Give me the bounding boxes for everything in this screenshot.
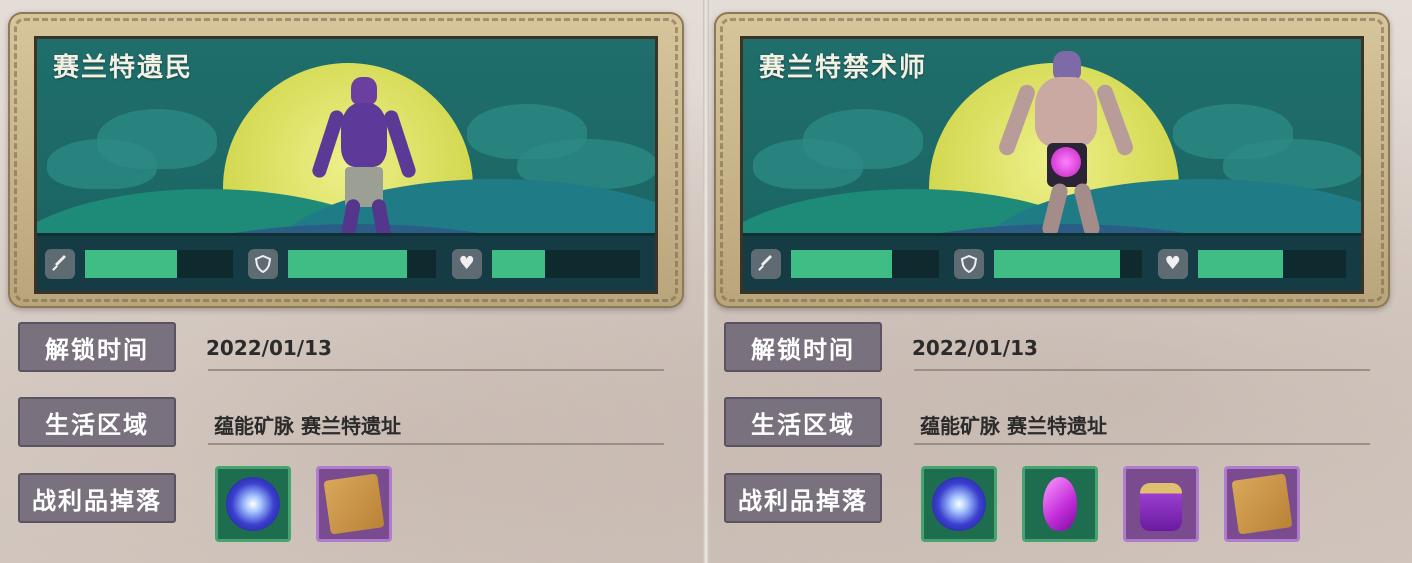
parchment-scroll-icon	[1231, 473, 1293, 535]
unlock-date: 2022/01/13	[912, 336, 1038, 360]
magic-orb	[1051, 147, 1081, 177]
health-bar	[1197, 249, 1346, 278]
sword-icon	[751, 248, 781, 279]
creature-scene: 赛兰特禁术师 ♥	[740, 36, 1364, 294]
loot-item[interactable]	[316, 466, 392, 542]
creature-card-right: 赛兰特禁术师 ♥ 解锁时间 2022/01/13 生活区域 蕴能矿脉 赛兰特遗址…	[706, 0, 1406, 563]
creature-name: 赛兰特遗民	[53, 53, 194, 83]
health-bar	[491, 249, 640, 278]
potion-bottle-icon	[1140, 483, 1182, 531]
creature-figure[interactable]	[299, 69, 429, 250]
loot-item[interactable]	[215, 466, 291, 542]
loot-item[interactable]	[1123, 466, 1199, 542]
creature-torso	[341, 103, 387, 167]
defense-bar	[994, 249, 1143, 278]
attack-stat	[751, 248, 954, 279]
attack-bar	[791, 249, 939, 278]
magenta-crystal-icon	[1043, 477, 1077, 531]
stats-bar: ♥	[37, 233, 655, 291]
tree-decoration	[47, 139, 157, 189]
tree-decoration	[753, 139, 863, 189]
heart-icon: ♥	[451, 248, 482, 279]
starburst-orb-icon	[226, 477, 280, 531]
creature-torso	[1035, 77, 1097, 147]
loot-item[interactable]	[921, 466, 997, 542]
defense-stat	[954, 248, 1157, 279]
loot-label: 战利品掉落	[724, 473, 882, 523]
stats-bar: ♥	[743, 233, 1361, 291]
unlock-date: 2022/01/13	[206, 336, 332, 360]
sword-icon	[45, 248, 75, 279]
creature-figure[interactable]	[991, 47, 1141, 247]
creature-card-left: 赛兰特遗民 ♥ 解锁时间 2022/01/13 生活区域 蕴能矿脉 赛兰特遗址 …	[0, 0, 700, 563]
region-value: 蕴能矿脉 赛兰特遗址	[920, 414, 1107, 438]
attack-bar	[85, 249, 233, 278]
unlock-time-label: 解锁时间	[724, 322, 882, 372]
parchment-scroll-icon	[323, 473, 385, 535]
health-stat: ♥	[1157, 248, 1361, 279]
loot-item[interactable]	[1022, 466, 1098, 542]
shield-icon	[248, 248, 279, 279]
loot-label: 战利品掉落	[18, 473, 176, 523]
heart-icon: ♥	[1157, 248, 1188, 279]
region-label: 生活区域	[18, 397, 176, 447]
attack-stat	[45, 248, 248, 279]
defense-stat	[248, 248, 451, 279]
loot-item[interactable]	[1224, 466, 1300, 542]
creature-head	[351, 77, 377, 105]
shield-icon	[954, 248, 985, 279]
defense-bar	[288, 249, 437, 278]
unlock-time-label: 解锁时间	[18, 322, 176, 372]
health-stat: ♥	[451, 248, 655, 279]
creature-name: 赛兰特禁术师	[759, 53, 928, 83]
creature-scene: 赛兰特遗民 ♥	[34, 36, 658, 294]
starburst-orb-icon	[932, 477, 986, 531]
region-value: 蕴能矿脉 赛兰特遗址	[214, 414, 401, 438]
region-label: 生活区域	[724, 397, 882, 447]
